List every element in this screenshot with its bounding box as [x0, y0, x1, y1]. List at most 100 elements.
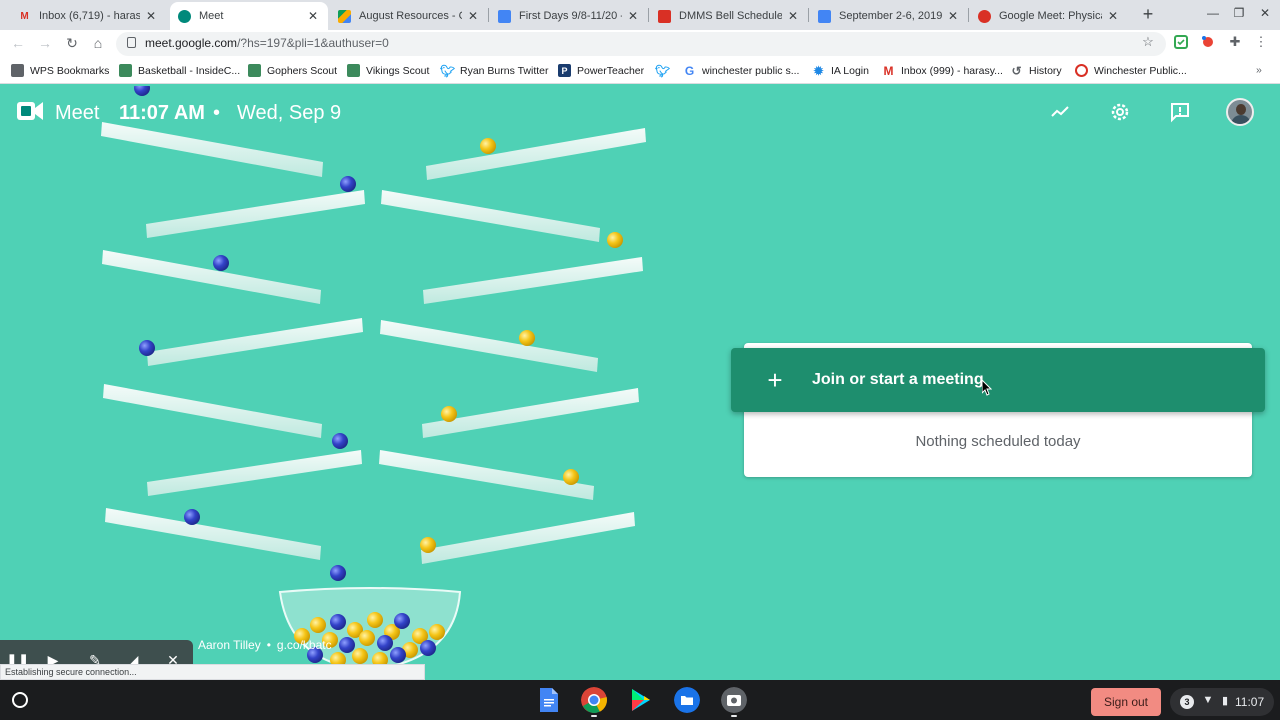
- home-icon[interactable]: ⌂: [89, 34, 107, 52]
- play-store-app-icon[interactable]: [628, 687, 654, 713]
- plus-icon[interactable]: +: [764, 366, 786, 394]
- tab-title: DMMS Bell Schedule 20: [679, 10, 782, 22]
- docs-icon: [498, 9, 511, 23]
- tab-title: Inbox (6,719) - harasyn: [39, 10, 140, 22]
- photo-credit: Aaron Tilley • g.co/kbatc: [198, 638, 332, 652]
- launcher-icon[interactable]: [12, 692, 28, 708]
- meet-logo-icon[interactable]: [17, 100, 43, 122]
- bookmark-ryan-burns[interactable]: 🐦︎ Ryan Burns Twitter: [439, 63, 549, 78]
- tab-meet[interactable]: Meet ✕: [170, 2, 328, 30]
- extensions-puzzle-icon[interactable]: ✚: [1228, 35, 1242, 49]
- twitter-icon: 🐦︎: [439, 63, 456, 78]
- bookmark-label: Inbox (999) - harasy...: [901, 64, 1003, 77]
- battery-icon[interactable]: ▮: [1219, 694, 1231, 708]
- tab-first-days[interactable]: First Days 9/8-11/20 - G ✕: [490, 2, 648, 30]
- close-icon[interactable]: ✕: [786, 9, 800, 23]
- docs-app-icon[interactable]: [535, 687, 561, 713]
- bookmark-basketball[interactable]: Basketball - InsideC...: [119, 64, 240, 77]
- gmail-icon: M: [20, 10, 29, 22]
- window-close-icon[interactable]: ✕: [1255, 6, 1275, 20]
- settings-gear-icon[interactable]: [1109, 101, 1131, 123]
- bookmark-label: WPS Bookmarks: [30, 64, 110, 77]
- meet-title: Meet: [55, 102, 100, 124]
- sign-out-button[interactable]: Sign out: [1091, 688, 1161, 716]
- close-icon[interactable]: ✕: [466, 9, 480, 23]
- forward-icon[interactable]: →: [36, 34, 54, 52]
- camera-app-icon[interactable]: [721, 687, 747, 713]
- reload-icon[interactable]: ↻: [63, 34, 81, 52]
- join-button-label[interactable]: Join or start a meeting: [812, 371, 984, 389]
- ramp: [146, 190, 365, 238]
- tab-meet-physical[interactable]: Google Meet: Physical S ✕: [970, 2, 1128, 30]
- url-text[interactable]: meet.google.com/?hs=197&pli=1&authuser=0: [145, 36, 389, 50]
- bookmark-inbox[interactable]: M Inbox (999) - harasy...: [882, 64, 1003, 78]
- close-icon[interactable]: ✕: [946, 9, 960, 23]
- tab-august-resources[interactable]: August Resources - Goo ✕: [330, 2, 488, 30]
- ramp: [426, 128, 646, 180]
- maximize-icon[interactable]: ❐: [1229, 6, 1249, 20]
- twitter-icon: 🐦︎: [654, 63, 671, 78]
- bookmark-label: IA Login: [831, 64, 869, 77]
- bookmark-vikings[interactable]: Vikings Scout: [347, 64, 429, 77]
- ramp: [380, 320, 598, 372]
- account-avatar[interactable]: [1226, 98, 1254, 126]
- ramp: [147, 450, 362, 496]
- tab-gmail[interactable]: M Inbox (6,719) - harasyn ✕: [10, 2, 166, 30]
- bookmark-label: Basketball - InsideC...: [138, 64, 241, 77]
- star-icon[interactable]: ☆: [1141, 35, 1155, 49]
- marbles: [134, 86, 623, 581]
- close-icon[interactable]: ✕: [144, 9, 158, 23]
- bookmark-ia-login[interactable]: ✹ IA Login: [812, 64, 869, 78]
- bookmark-wps[interactable]: WPS Bookmarks: [11, 64, 109, 77]
- bookmark-history[interactable]: ↺ History: [1010, 64, 1061, 78]
- feedback-icon[interactable]: [1169, 101, 1191, 123]
- empty-schedule-message: Nothing scheduled today: [915, 433, 1081, 450]
- credit-author: Aaron Tilley: [198, 638, 261, 652]
- bookmark-label: PowerTeacher: [577, 64, 645, 77]
- blue-marble: [332, 433, 348, 449]
- tab-separator: [488, 8, 489, 22]
- bookmark-powerteacher[interactable]: P PowerTeacher: [558, 64, 644, 77]
- bookmarks-overflow-icon[interactable]: »: [1256, 64, 1262, 76]
- bookmark-winchester-public[interactable]: Winchester Public...: [1075, 64, 1187, 77]
- minimize-icon[interactable]: —: [1203, 6, 1223, 20]
- ramp: [102, 250, 321, 304]
- blue-marble: [134, 86, 150, 96]
- status-bubble: Establishing secure connection...: [0, 664, 425, 680]
- tab-september[interactable]: September 2-6, 2019 - G ✕: [810, 2, 968, 30]
- close-icon[interactable]: ✕: [1106, 9, 1120, 23]
- ramp: [105, 508, 321, 560]
- tab-bell-schedule[interactable]: DMMS Bell Schedule 20 ✕: [650, 2, 808, 30]
- winchester-icon: [1075, 64, 1088, 77]
- avatar-head: [1236, 104, 1246, 115]
- ramp: [147, 318, 363, 366]
- folder-icon: [11, 64, 24, 77]
- bookmark-gophers[interactable]: Gophers Scout: [248, 64, 337, 77]
- notification-count-badge[interactable]: 3: [1180, 695, 1194, 709]
- trending-icon[interactable]: [1049, 101, 1071, 123]
- ramp: [381, 190, 600, 242]
- yellow-marble: [519, 330, 535, 346]
- bookmark-label: Winchester Public...: [1094, 64, 1187, 77]
- menu-dots-icon[interactable]: ⋮: [1254, 35, 1268, 49]
- back-icon[interactable]: ←: [9, 34, 27, 52]
- tab-title: First Days 9/8-11/20 - G: [519, 10, 622, 22]
- system-clock[interactable]: 11:07: [1235, 695, 1264, 709]
- bookmark-winchester-search[interactable]: Gwinchester public s...: [683, 64, 800, 78]
- wifi-icon[interactable]: ▼: [1202, 694, 1214, 708]
- close-icon[interactable]: ✕: [306, 9, 320, 23]
- yellow-marble: [441, 406, 457, 422]
- extension-record-icon[interactable]: [1201, 35, 1215, 49]
- header-separator: •: [213, 102, 221, 124]
- new-tab-icon[interactable]: +: [1139, 4, 1157, 24]
- chrome-app-icon[interactable]: [581, 687, 607, 713]
- lock-icon[interactable]: [127, 37, 136, 48]
- powerteacher-icon: P: [558, 64, 571, 77]
- extension-green-icon[interactable]: [1174, 35, 1188, 49]
- scout-icon: [119, 64, 132, 77]
- close-icon[interactable]: ✕: [626, 9, 640, 23]
- files-app-icon[interactable]: [674, 687, 700, 713]
- screen: M Inbox (6,719) - harasyn ✕ Meet ✕ Augus…: [0, 0, 1280, 720]
- bookmark-twitter[interactable]: 🐦︎: [654, 63, 675, 78]
- credit-link[interactable]: g.co/kbatc: [277, 638, 332, 652]
